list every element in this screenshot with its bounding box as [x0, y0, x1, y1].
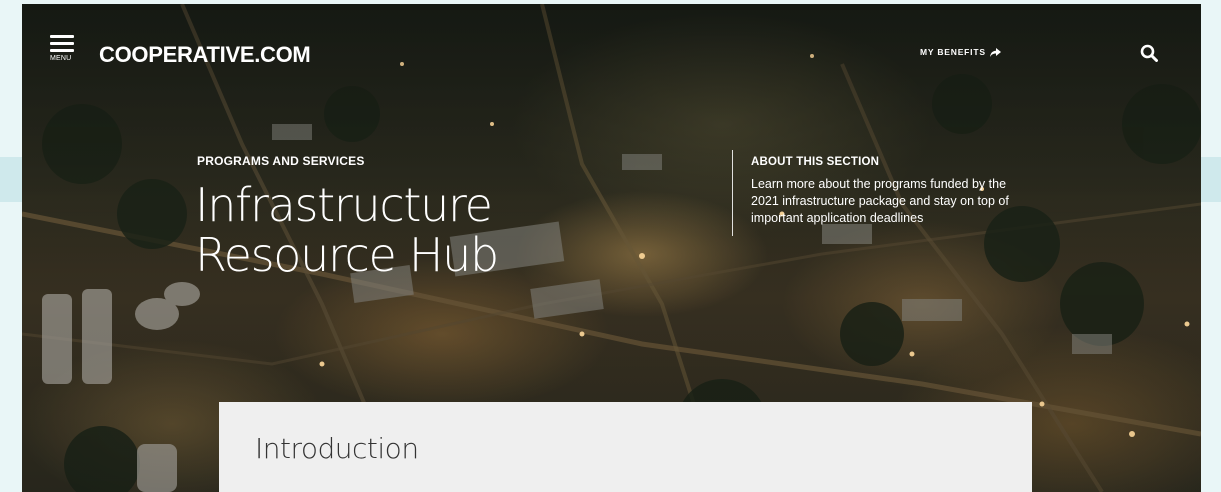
search-icon — [1140, 44, 1158, 62]
about-section-title: ABOUT THIS SECTION — [751, 156, 880, 168]
page-title: Infrastructure Resource Hub — [195, 178, 499, 282]
introduction-card: Introduction — [219, 402, 1032, 492]
about-section-text: Learn more about the programs funded by … — [751, 177, 1009, 225]
site-logo[interactable]: COOPERATIVE.COM — [99, 42, 311, 68]
section-divider — [732, 150, 733, 236]
menu-label: MENU — [50, 55, 72, 62]
menu-button[interactable]: MENU — [50, 35, 74, 69]
my-benefits-label: MY BENEFITS — [920, 47, 986, 57]
introduction-heading: Introduction — [255, 432, 419, 465]
hamburger-icon-bar — [50, 42, 74, 45]
search-button[interactable] — [1140, 44, 1158, 62]
side-band-left — [0, 157, 22, 202]
share-arrow-icon — [989, 47, 1001, 57]
my-benefits-link[interactable]: MY BENEFITS — [920, 47, 1001, 57]
hamburger-icon-bar — [50, 49, 74, 52]
side-band-right — [1201, 157, 1221, 202]
hamburger-icon — [50, 35, 74, 38]
section-eyebrow: PROGRAMS AND SERVICES — [197, 154, 365, 168]
